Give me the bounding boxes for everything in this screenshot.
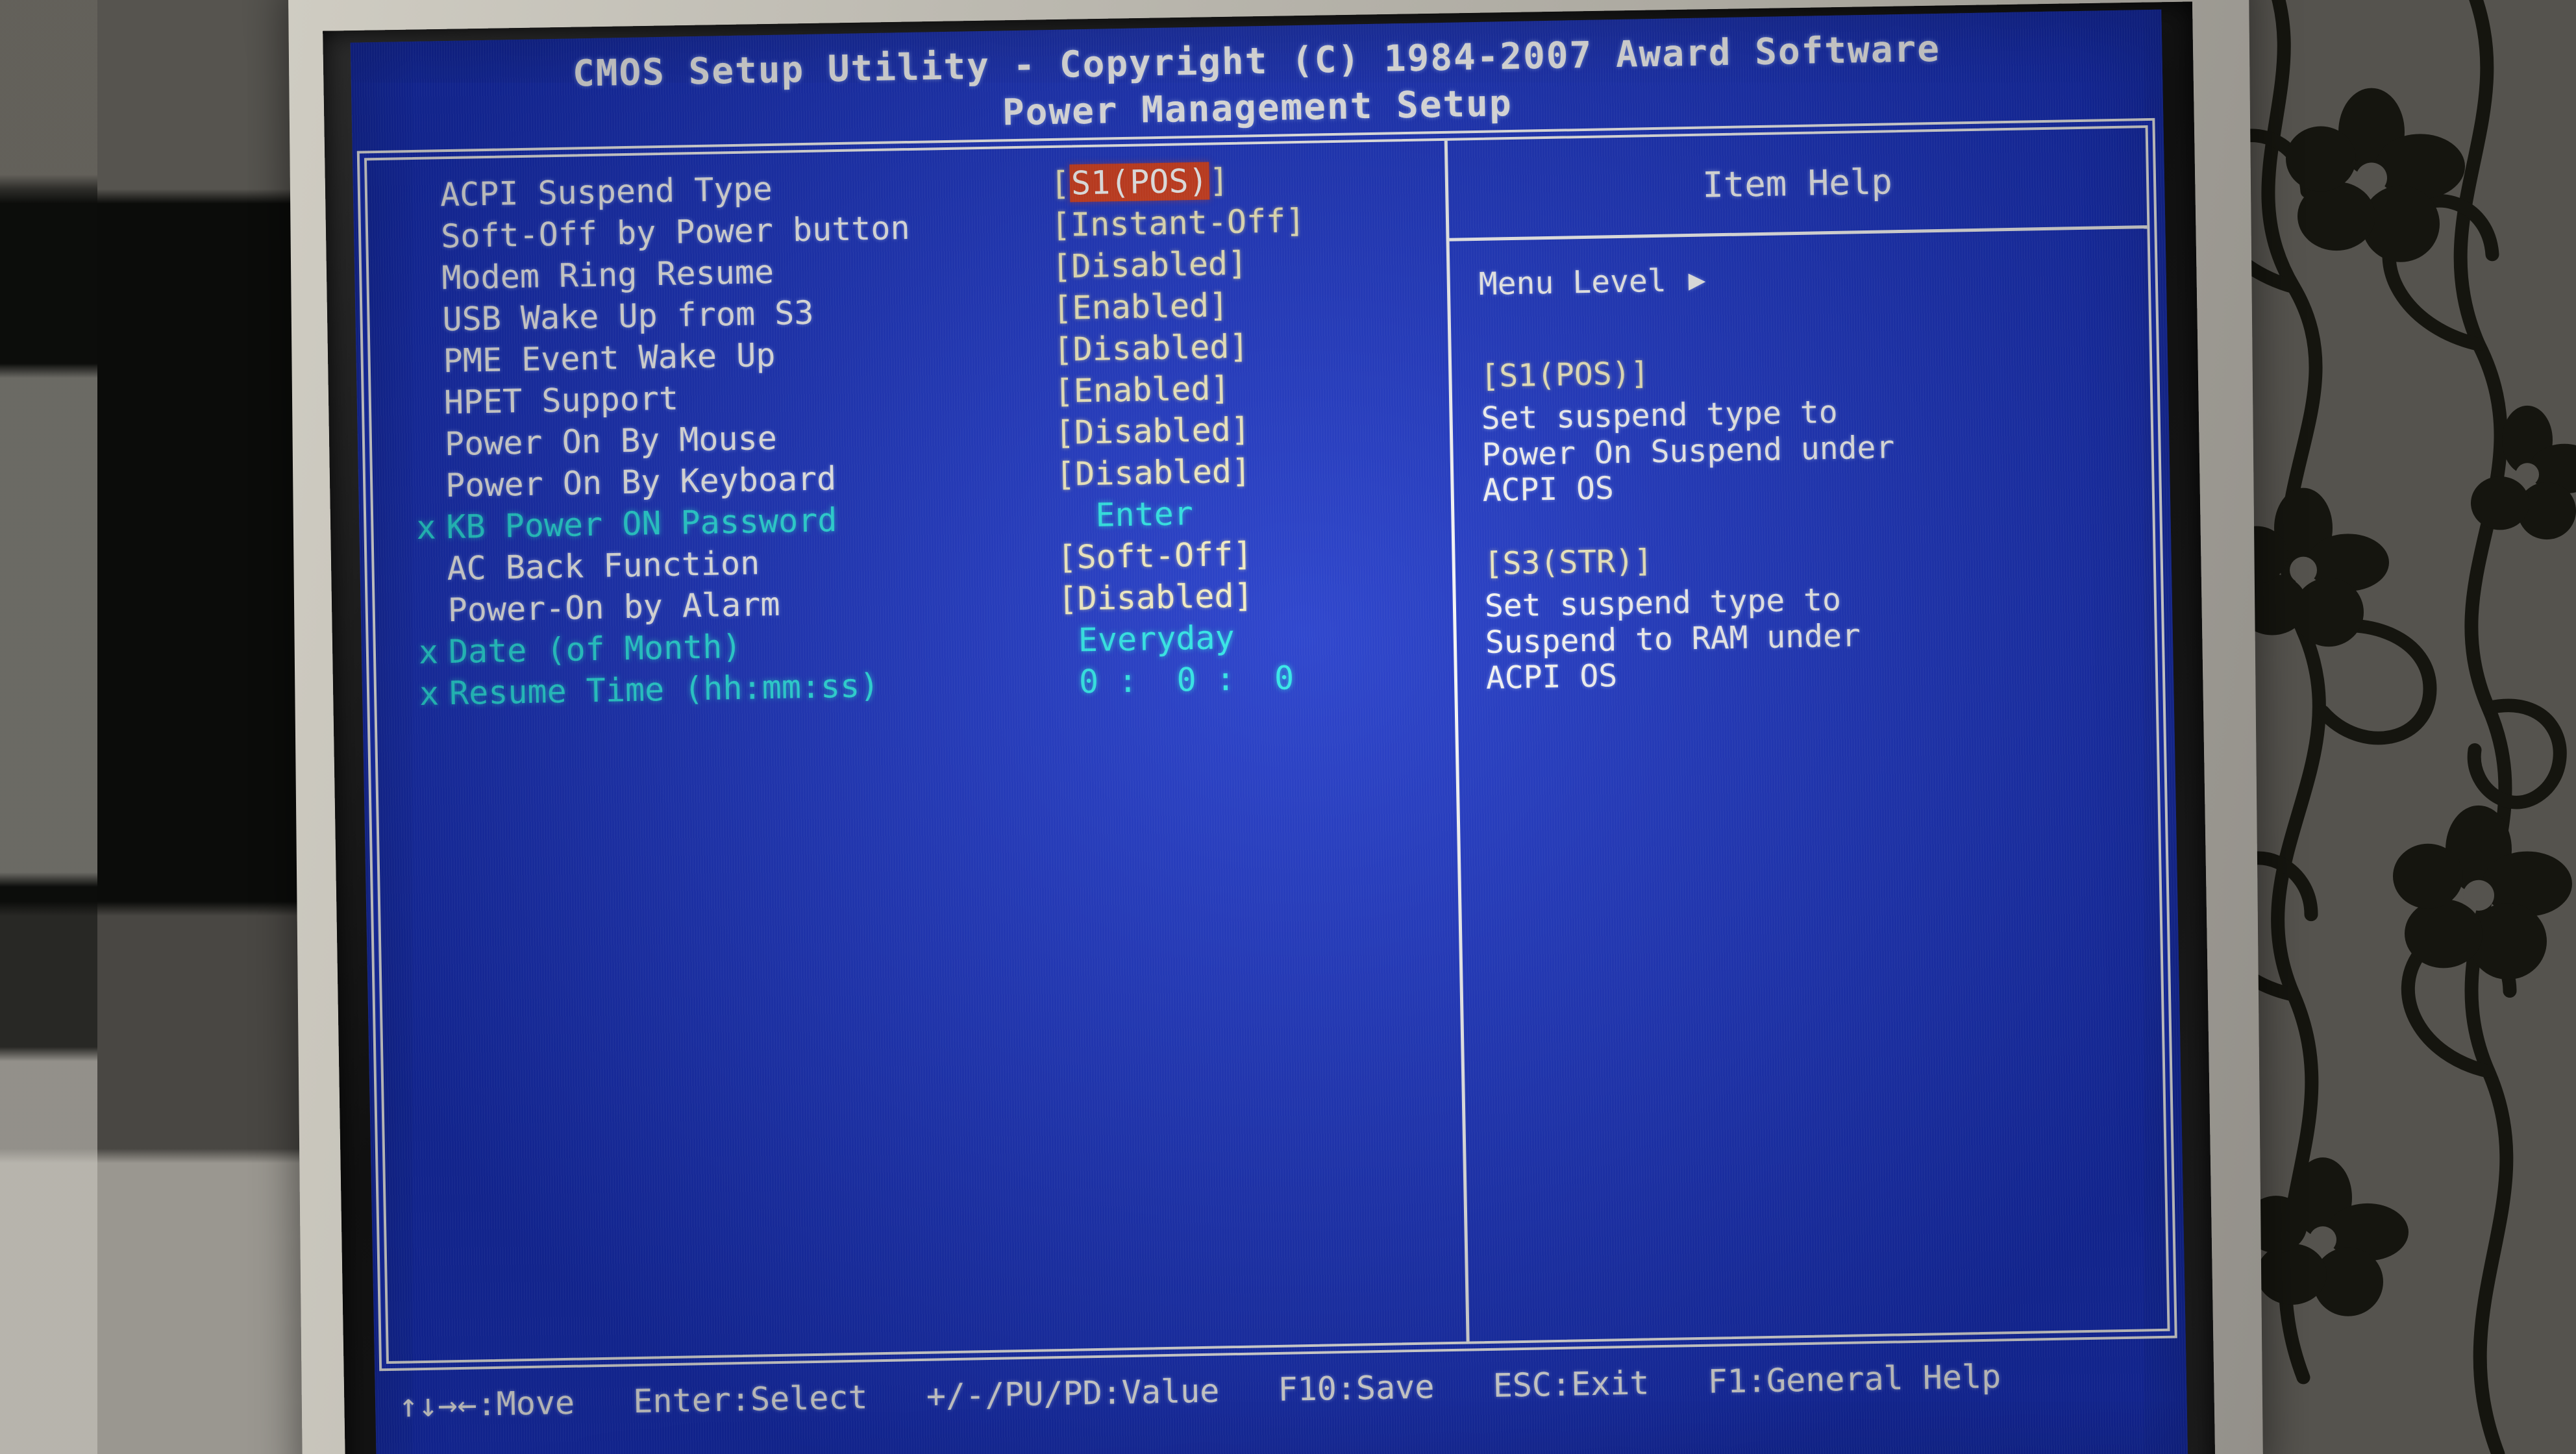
item-help-pane: Item Help Menu Level ▶ [S1(POS)] Set susp… (1444, 128, 2168, 1342)
item-help-title: Item Help (1447, 128, 2148, 241)
setting-value[interactable]: [Disabled] (1053, 327, 1249, 369)
menu-level-row: Menu Level ▶ (1478, 254, 2134, 302)
photo-scene: CMOS Setup Utility - Copyright (C) 1984-… (0, 0, 2576, 1454)
disabled-marker-icon: x (419, 674, 440, 713)
disabled-marker-icon (418, 621, 448, 622)
help-section-heading: [S1(POS)] (1480, 355, 1650, 395)
menu-level-label: Menu Level (1478, 262, 1667, 302)
help-section: [S3(STR)] Set suspend type to Suspend to … (1483, 534, 2141, 696)
help-section-heading: [S3(STR)] (1483, 543, 1653, 582)
main-frame: ACPI Suspend Type [S1(POS)] Soft-Off by Po… (364, 125, 2170, 1364)
help-section: [S1(POS)] Set suspend type to Power On Su… (1480, 346, 2138, 509)
item-help-body: Menu Level ▶ [S1(POS)] Set suspend type t… (1478, 225, 2153, 1340)
setting-value[interactable]: [Disabled] (1056, 452, 1252, 493)
setting-value[interactable]: [Soft-Off] (1057, 535, 1253, 576)
background-plaid-fabric (0, 0, 338, 1454)
setting-value[interactable]: Everyday (1058, 619, 1235, 659)
bios-setup-screen: CMOS Setup Utility - Copyright (C) 1984-… (351, 10, 2188, 1454)
disabled-marker-icon (412, 289, 442, 290)
disabled-marker-icon: x (415, 508, 437, 547)
setting-value[interactable]: [Enabled] (1052, 286, 1229, 327)
help-section-text: Set suspend type to Suspend to RAM under… (1484, 581, 1861, 697)
setting-value[interactable]: 0 : 0 : 0 (1059, 659, 1294, 701)
footer-key-hints: ↑↓→←:Move Enter:Select +/-/PU/PD:Value F… (398, 1357, 2001, 1425)
settings-pane: ACPI Suspend Type [S1(POS)] Soft-Off by Po… (367, 141, 1467, 1361)
disabled-marker-icon (413, 330, 443, 331)
setting-label: ACPI Suspend Type (440, 169, 773, 214)
setting-value[interactable]: [Disabled] (1054, 410, 1250, 452)
item-help-sections: [S1(POS)] Set suspend type to Power On Su… (1480, 346, 2141, 696)
help-section-text: Set suspend type to Power On Suspend und… (1481, 393, 1895, 510)
settings-list: ACPI Suspend Type [S1(POS)] Soft-Off by Po… (410, 158, 1448, 717)
disabled-marker-icon: x (418, 633, 439, 671)
setting-value[interactable]: [Disabled] (1052, 244, 1248, 286)
crt-screen: CMOS Setup Utility - Copyright (C) 1984-… (350, 9, 2188, 1454)
triangle-right-icon: ▶ (1688, 263, 1706, 297)
setting-value[interactable]: [S1(POS)] (1050, 162, 1229, 203)
disabled-marker-icon (414, 413, 444, 414)
setting-value[interactable]: [Enabled] (1054, 369, 1230, 410)
disabled-marker-icon (414, 372, 443, 373)
setting-value[interactable]: [Disabled] (1058, 576, 1254, 618)
setting-value[interactable]: [Instant-Off] (1051, 202, 1306, 244)
disabled-marker-icon (412, 247, 441, 248)
selection-highlight[interactable]: S1(POS) (1069, 162, 1210, 203)
setting-value[interactable]: Enter (1056, 495, 1194, 535)
disabled-marker-icon (415, 455, 445, 456)
